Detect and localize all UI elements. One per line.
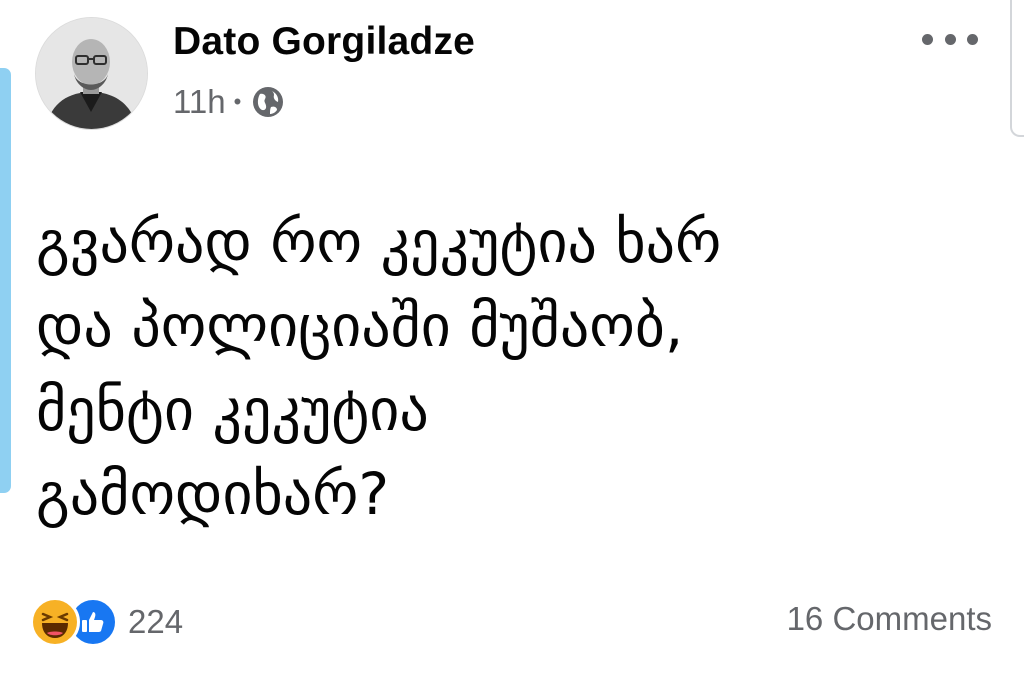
right-panel-edge xyxy=(1010,0,1024,137)
author-name[interactable]: Dato Gorgiladze xyxy=(173,20,475,64)
post-timestamp[interactable]: 11h xyxy=(173,83,226,121)
reaction-count: 224 xyxy=(128,603,184,640)
more-dot xyxy=(967,33,978,45)
reactions-summary[interactable]: 224 xyxy=(30,596,183,648)
left-scroll-accent xyxy=(0,68,11,493)
comments-count-link[interactable]: 16 Comments xyxy=(787,600,992,638)
globe-icon[interactable] xyxy=(251,85,285,119)
more-dot xyxy=(944,33,956,45)
more-options-icon[interactable] xyxy=(922,26,978,52)
more-dot xyxy=(922,33,933,45)
post-meta: 11h • xyxy=(173,82,285,122)
avatar[interactable] xyxy=(35,17,148,130)
haha-reaction-icon xyxy=(30,597,80,647)
post-text: გვარად რო კეკუტია ხარ და პოლიციაში მუშაო… xyxy=(36,208,722,528)
meta-separator: • xyxy=(233,89,242,114)
